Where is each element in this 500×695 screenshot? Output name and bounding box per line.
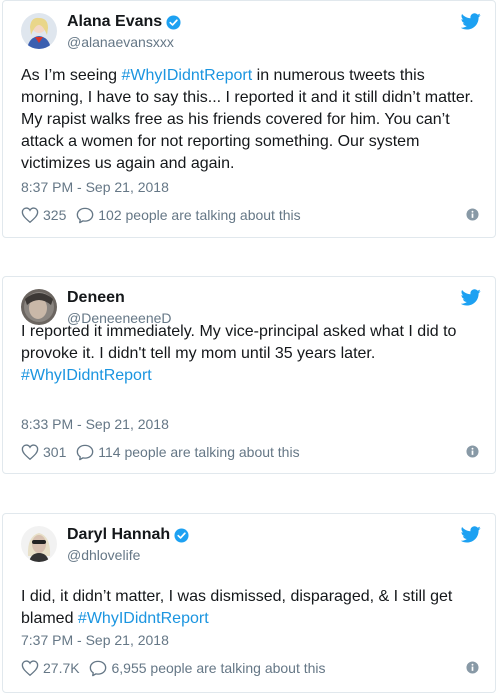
- hashtag-link[interactable]: #WhyIDidntReport: [121, 67, 252, 84]
- hashtag-link[interactable]: #WhyIDidntReport: [21, 367, 152, 384]
- tweet-card[interactable]: Daryl Hannah @dhlovelife I did, it didn’…: [2, 513, 496, 693]
- display-name-text[interactable]: Daryl Hannah: [67, 525, 170, 545]
- avatar[interactable]: [21, 289, 57, 325]
- twitter-bird-icon[interactable]: [461, 289, 481, 306]
- avatar[interactable]: [21, 13, 57, 49]
- tweet-text-part: As I’m seeing: [21, 67, 122, 84]
- user-handle[interactable]: @dhlovelife: [67, 545, 189, 565]
- display-name-text[interactable]: Alana Evans: [67, 12, 162, 32]
- tweet-header: Alana Evans @alanaevansxxx: [21, 11, 481, 55]
- talking-count: 114 people are talking about this: [98, 444, 300, 461]
- hashtag-link[interactable]: #WhyIDidntReport: [78, 610, 209, 627]
- tweet-text: As I’m seeing #WhyIDidntReport in numero…: [21, 65, 481, 175]
- info-icon[interactable]: [466, 661, 479, 674]
- speech-bubble-icon: [76, 207, 94, 224]
- like-button[interactable]: 27.7K: [21, 660, 80, 677]
- tweet-card[interactable]: Deneen @DeneeneeneD I reported it immedi…: [2, 276, 496, 474]
- info-icon[interactable]: [466, 445, 479, 458]
- heart-icon: [21, 207, 39, 224]
- display-name[interactable]: Alana Evans: [67, 12, 181, 32]
- twitter-bird-icon[interactable]: [461, 13, 481, 30]
- talking-count: 6,955 people are talking about this: [111, 660, 326, 677]
- tweet-actions: 301 114 people are talking about this: [21, 443, 481, 463]
- heart-icon: [21, 660, 39, 677]
- tweet-text: I reported it immediately. My vice-princ…: [21, 321, 481, 387]
- talking-link[interactable]: 6,955 people are talking about this: [89, 660, 326, 677]
- like-button[interactable]: 325: [21, 207, 67, 224]
- talking-link[interactable]: 114 people are talking about this: [76, 444, 300, 461]
- tweet-card[interactable]: Alana Evans @alanaevansxxx As I’m seeing…: [2, 0, 496, 238]
- talking-count: 102 people are talking about this: [98, 207, 301, 224]
- avatar[interactable]: [21, 526, 57, 562]
- like-button[interactable]: 301: [21, 444, 67, 461]
- info-icon[interactable]: [466, 208, 479, 221]
- display-name[interactable]: Deneen: [67, 288, 125, 308]
- verified-icon: [174, 527, 189, 543]
- timestamp[interactable]: 8:33 PM - Sep 21, 2018: [21, 416, 169, 432]
- tweet-actions: 325 102 people are talking about this: [21, 206, 481, 226]
- display-name[interactable]: Daryl Hannah: [67, 525, 189, 545]
- timestamp[interactable]: 8:37 PM - Sep 21, 2018: [21, 179, 169, 195]
- speech-bubble-icon: [76, 444, 94, 461]
- talking-link[interactable]: 102 people are talking about this: [76, 207, 301, 224]
- like-count: 301: [43, 444, 67, 461]
- verified-icon: [166, 14, 181, 30]
- tweet-header: Daryl Hannah @dhlovelife: [21, 524, 481, 568]
- tweet-text: I did, it didn’t matter, I was dismissed…: [21, 586, 481, 630]
- like-count: 325: [43, 207, 67, 224]
- twitter-bird-icon[interactable]: [461, 526, 481, 543]
- timestamp[interactable]: 7:37 PM - Sep 21, 2018: [21, 632, 169, 648]
- speech-bubble-icon: [90, 660, 107, 677]
- tweet-text-part: I reported it immediately. My vice-princ…: [21, 323, 457, 362]
- user-handle[interactable]: @alanaevansxxx: [67, 32, 181, 52]
- like-count: 27.7K: [43, 660, 80, 677]
- heart-icon: [21, 444, 39, 461]
- display-name-text[interactable]: Deneen: [67, 288, 125, 308]
- tweet-actions: 27.7K 6,955 people are talking about thi…: [21, 659, 481, 679]
